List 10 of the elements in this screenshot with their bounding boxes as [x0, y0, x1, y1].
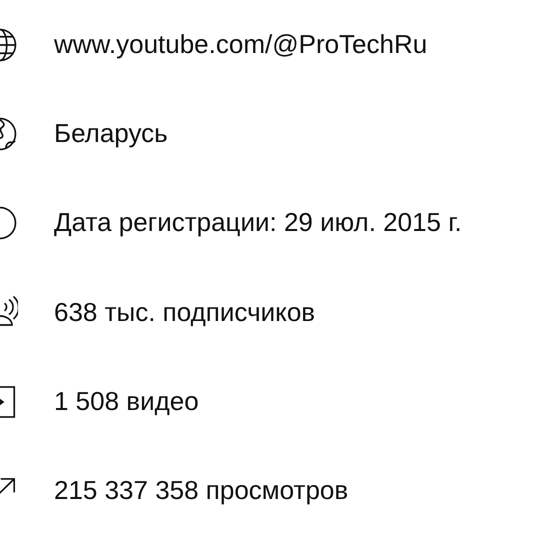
detail-text: 215 337 358 просмотров	[54, 474, 348, 507]
detail-text[interactable]: www.youtube.com/@ProTechRu	[54, 25, 428, 63]
detail-text: 1 508 видео	[54, 384, 199, 418]
video-icon	[0, 384, 18, 420]
globe-icon	[0, 27, 18, 63]
trend-arrow-icon	[0, 478, 16, 494]
detail-text: Дата регистрации: 29 июл. 2015 г.	[54, 206, 462, 240]
detail-text: Беларусь	[54, 117, 168, 150]
earth-icon	[0, 116, 18, 152]
detail-text: 638 тыс. подписчиков	[54, 296, 316, 329]
